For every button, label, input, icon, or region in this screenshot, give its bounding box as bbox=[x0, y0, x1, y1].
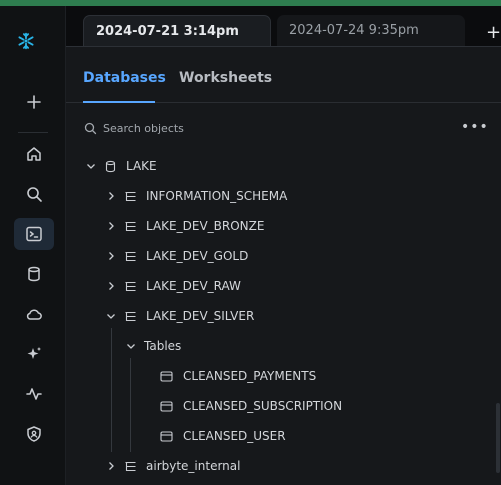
tree-item-label: CLEANSED_PAYMENTS bbox=[183, 369, 317, 383]
table-icon bbox=[160, 430, 173, 442]
tree-guide-line bbox=[130, 358, 131, 452]
worksheet-tab[interactable]: 2024-07-24 9:35pm bbox=[277, 15, 465, 46]
chevron-right-icon bbox=[109, 462, 114, 470]
rail-divider bbox=[18, 132, 48, 133]
schema-icon bbox=[125, 251, 136, 261]
tree-item-schema[interactable]: airbyte_internal bbox=[106, 456, 240, 476]
scrollbar[interactable] bbox=[496, 403, 500, 473]
snowflake-logo-icon[interactable] bbox=[17, 32, 51, 66]
tree-item-label: CLEANSED_USER bbox=[183, 429, 286, 443]
tree-item-label: LAKE bbox=[126, 159, 157, 173]
database-tree: LAKE INFORMATION_SCHEMA LAKE_DEV_BRONZE … bbox=[66, 47, 501, 485]
schema-icon bbox=[125, 191, 136, 201]
home-icon[interactable] bbox=[14, 138, 54, 170]
chevron-down-icon bbox=[87, 164, 95, 169]
chevron-right-icon bbox=[109, 192, 114, 200]
tree-item-database[interactable]: LAKE bbox=[86, 156, 157, 176]
tree-item-label: LAKE_DEV_BRONZE bbox=[146, 219, 265, 233]
schema-icon bbox=[125, 311, 136, 321]
tree-item-table[interactable]: CLEANSED_PAYMENTS bbox=[160, 366, 316, 386]
new-tab-plus-icon[interactable]: + bbox=[486, 22, 501, 43]
worksheet-icon[interactable] bbox=[14, 218, 54, 250]
tree-item-table[interactable]: CLEANSED_USER bbox=[160, 426, 286, 446]
tree-item-schema[interactable]: LAKE_DEV_RAW bbox=[106, 276, 241, 296]
table-icon bbox=[160, 370, 173, 382]
tree-item-label: CLEANSED_SUBSCRIPTION bbox=[183, 399, 343, 413]
tree-item-label: LAKE_DEV_SILVER bbox=[146, 309, 255, 323]
table-icon bbox=[160, 400, 173, 412]
tree-item-schema[interactable]: LAKE_DEV_SILVER bbox=[106, 306, 254, 326]
tree-item-tables-group[interactable]: Tables bbox=[126, 336, 181, 356]
tree-item-label: LAKE_DEV_RAW bbox=[146, 279, 241, 293]
chevron-right-icon bbox=[109, 222, 114, 230]
plus-icon[interactable] bbox=[14, 86, 54, 118]
worksheet-tab-active[interactable]: 2024-07-21 3:14pm bbox=[83, 15, 271, 46]
chevron-right-icon bbox=[109, 252, 114, 260]
tree-item-table[interactable]: CLEANSED_SUBSCRIPTION bbox=[160, 396, 342, 416]
database-icon bbox=[105, 160, 116, 172]
schema-icon bbox=[125, 281, 136, 291]
tree-item-schema[interactable]: LAKE_DEV_BRONZE bbox=[106, 216, 264, 236]
tree-item-schema[interactable]: LAKE_DEV_GOLD bbox=[106, 246, 248, 266]
tree-item-label: INFORMATION_SCHEMA bbox=[146, 189, 288, 203]
tree-item-label: Tables bbox=[144, 339, 182, 353]
tree-item-label: airbyte_internal bbox=[146, 459, 241, 473]
database-icon[interactable] bbox=[14, 258, 54, 290]
activity-icon[interactable] bbox=[14, 378, 54, 410]
object-explorer-panel: Databases Worksheets ••• LAKE INFORMATIO… bbox=[66, 46, 501, 485]
tree-item-schema[interactable]: INFORMATION_SCHEMA bbox=[106, 186, 287, 206]
sparkle-icon[interactable] bbox=[14, 338, 54, 370]
worksheet-tabs-bar: 2024-07-21 3:14pm 2024-07-24 9:35pm + bbox=[66, 6, 501, 46]
tree-item-label: LAKE_DEV_GOLD bbox=[146, 249, 249, 263]
chevron-down-icon bbox=[127, 344, 135, 349]
schema-icon bbox=[125, 221, 136, 231]
schema-icon bbox=[125, 461, 136, 471]
cloud-icon[interactable] bbox=[14, 298, 54, 330]
chevron-down-icon bbox=[107, 314, 115, 319]
shield-icon[interactable] bbox=[14, 418, 54, 450]
left-navigation-rail bbox=[0, 6, 66, 485]
search-icon[interactable] bbox=[14, 178, 54, 210]
tree-guide-line bbox=[111, 328, 112, 452]
chevron-right-icon bbox=[109, 282, 114, 290]
